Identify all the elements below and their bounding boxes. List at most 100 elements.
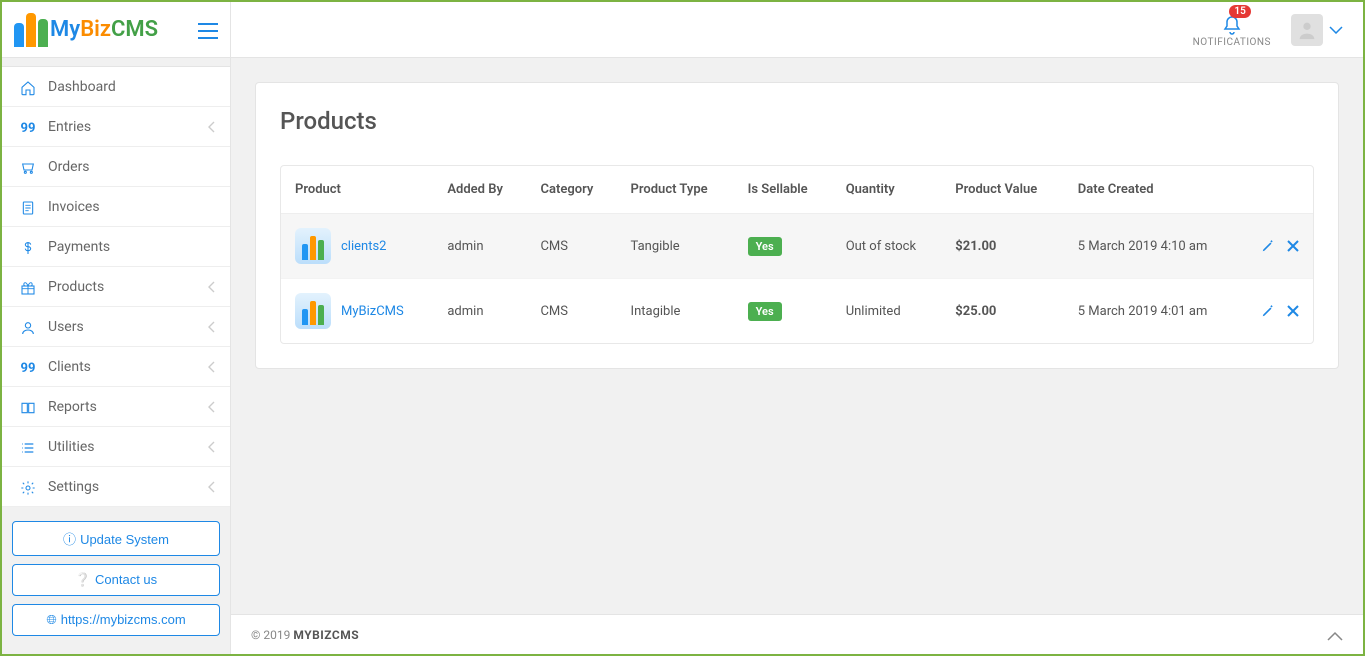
products-card: Products ProductAdded ByCategoryProduct … xyxy=(255,82,1339,369)
column-header: Product xyxy=(281,166,433,214)
update-system-button[interactable]: ⓘUpdate System xyxy=(12,521,220,556)
sidebar-item-reports[interactable]: Reports xyxy=(2,387,230,427)
sidebar-item-settings[interactable]: Settings xyxy=(2,467,230,507)
chevron-left-icon xyxy=(208,360,216,374)
main-content: Products ProductAdded ByCategoryProduct … xyxy=(231,58,1363,654)
sellable-badge: Yes xyxy=(748,237,782,256)
contact-us-button[interactable]: ❔Contact us xyxy=(12,564,220,596)
sidebar-item-users[interactable]: Users xyxy=(2,307,230,347)
footer: © 2019 MYBIZCMS xyxy=(231,614,1363,654)
cell-sellable: Yes xyxy=(734,214,832,279)
help-icon: ❔ xyxy=(75,572,91,587)
scroll-top-button[interactable] xyxy=(1327,625,1343,644)
cell-sellable: Yes xyxy=(734,279,832,344)
column-header: Product Value xyxy=(941,166,1063,214)
column-header: Added By xyxy=(433,166,526,214)
user-menu[interactable] xyxy=(1291,14,1343,46)
footer-text: © 2019 MYBIZCMS xyxy=(251,628,359,642)
cell-category: CMS xyxy=(526,214,616,279)
sidebar: Dashboard99EntriesOrdersInvoicesPayments… xyxy=(2,58,231,654)
cell-date: 5 March 2019 4:01 am xyxy=(1064,279,1240,344)
sellable-badge: Yes xyxy=(748,302,782,321)
chevron-left-icon xyxy=(208,400,216,414)
cell-type: Intagible xyxy=(617,279,734,344)
globe-icon: 🌐︎ xyxy=(46,612,56,627)
notifications-label: NOTIFICATIONS xyxy=(1193,37,1271,48)
cell-type: Tangible xyxy=(617,214,734,279)
chevron-left-icon xyxy=(208,440,216,454)
cell-category: CMS xyxy=(526,279,616,344)
website-button[interactable]: 🌐︎https://mybizcms.com xyxy=(12,604,220,636)
sidebar-item-label: Invoices xyxy=(48,199,216,215)
cart-icon xyxy=(16,157,40,176)
table-row: MyBizCMS adminCMSIntagible Yes Unlimited$25… xyxy=(281,279,1313,344)
user-icon xyxy=(16,317,40,336)
chevron-left-icon xyxy=(208,280,216,294)
logo-area: MyBizCMS xyxy=(2,2,231,57)
delete-icon[interactable] xyxy=(1287,303,1299,319)
gift-icon xyxy=(16,277,40,296)
column-header: Is Sellable xyxy=(734,166,832,214)
cell-quantity: Out of stock xyxy=(832,214,942,279)
gear-icon xyxy=(16,477,40,496)
chevron-left-icon xyxy=(208,480,216,494)
notifications-button[interactable]: 15 NOTIFICATIONS xyxy=(1193,11,1271,48)
cell-value: $25.00 xyxy=(941,279,1063,344)
cell-quantity: Unlimited xyxy=(832,279,942,344)
chevron-left-icon xyxy=(208,320,216,334)
product-thumb-icon xyxy=(295,293,331,329)
column-header xyxy=(1239,166,1313,214)
list-icon xyxy=(16,437,40,456)
book-icon xyxy=(16,397,40,416)
table-row: clients2adminCMSTangibleYesOut of stock$… xyxy=(281,214,1313,279)
chevron-down-icon xyxy=(1329,22,1343,38)
home-icon xyxy=(16,77,40,96)
sidebar-item-invoices[interactable]: Invoices xyxy=(2,187,230,227)
logo-text: MyBizCMS xyxy=(50,17,158,42)
sidebar-item-label: Settings xyxy=(48,479,208,495)
page-title: Products xyxy=(280,107,1314,135)
logo[interactable]: MyBizCMS xyxy=(14,13,158,47)
sidebar-item-products[interactable]: Products xyxy=(2,267,230,307)
sidebar-item-label: Utilities xyxy=(48,439,208,455)
product-link[interactable]: MyBizCMS xyxy=(341,304,404,319)
sidebar-item-label: Products xyxy=(48,279,208,295)
sidebar-item-entries[interactable]: 99Entries xyxy=(2,107,230,147)
column-header: Quantity xyxy=(832,166,942,214)
sidebar-item-clients[interactable]: 99Clients xyxy=(2,347,230,387)
column-header: Category xyxy=(526,166,616,214)
sidebar-item-label: Entries xyxy=(48,119,208,135)
sidebar-item-label: Orders xyxy=(48,159,216,175)
edit-icon[interactable] xyxy=(1261,303,1275,319)
products-table: ProductAdded ByCategoryProduct TypeIs Se… xyxy=(281,166,1313,343)
topbar-right: 15 NOTIFICATIONS xyxy=(231,11,1363,48)
products-table-card: ProductAdded ByCategoryProduct TypeIs Se… xyxy=(280,165,1314,344)
topbar: MyBizCMS 15 NOTIFICATIONS xyxy=(2,2,1363,58)
sidebar-item-utilities[interactable]: Utilities xyxy=(2,427,230,467)
cell-added-by: admin xyxy=(433,279,526,344)
sidebar-item-label: Dashboard xyxy=(48,79,216,95)
product-thumb-icon xyxy=(295,228,331,264)
column-header: Product Type xyxy=(617,166,734,214)
notifications-badge: 15 xyxy=(1229,5,1250,18)
sidebar-bottom: ⓘUpdate System ❔Contact us 🌐︎https://myb… xyxy=(2,507,230,658)
sidebar-item-label: Reports xyxy=(48,399,208,415)
chevron-left-icon xyxy=(208,120,216,134)
delete-icon[interactable] xyxy=(1287,238,1299,254)
dollar-icon xyxy=(16,237,40,256)
column-header: Date Created xyxy=(1064,166,1240,214)
doc-icon xyxy=(16,197,40,216)
99-icon: 99 xyxy=(16,357,40,376)
sidebar-item-payments[interactable]: Payments xyxy=(2,227,230,267)
cell-date: 5 March 2019 4:10 am xyxy=(1064,214,1240,279)
hamburger-icon[interactable] xyxy=(198,18,218,42)
sidebar-item-orders[interactable]: Orders xyxy=(2,147,230,187)
avatar-icon xyxy=(1291,14,1323,46)
sidebar-item-label: Payments xyxy=(48,239,216,255)
info-icon: ⓘ xyxy=(63,532,76,547)
product-link[interactable]: clients2 xyxy=(341,239,386,254)
cell-added-by: admin xyxy=(433,214,526,279)
logo-bars-icon xyxy=(14,13,48,47)
edit-icon[interactable] xyxy=(1261,238,1275,254)
sidebar-item-dashboard[interactable]: Dashboard xyxy=(2,67,230,107)
